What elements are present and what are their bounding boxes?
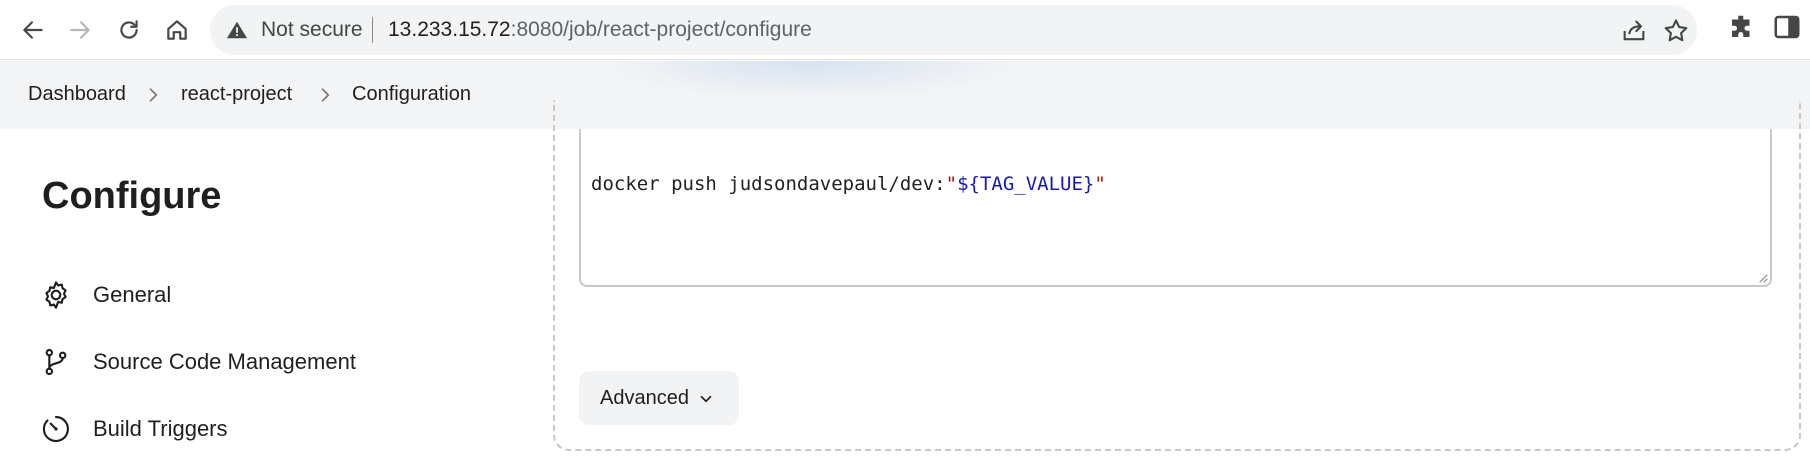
breadcrumb-configuration[interactable]: Configuration — [352, 83, 471, 106]
command-line: docker push judsondavepaul/dev:"${TAG_VA… — [591, 173, 1106, 195]
tag-variable: ${TAG_VALUE} — [957, 173, 1095, 195]
advanced-button[interactable]: Advanced — [579, 371, 739, 425]
resize-handle-icon[interactable] — [1756, 271, 1768, 283]
command-textarea[interactable]: docker push judsondavepaul/dev:"${TAG_VA… — [579, 129, 1772, 287]
chevron-right-icon — [321, 88, 330, 102]
clock-icon — [42, 415, 69, 443]
reload-icon — [120, 20, 138, 39]
side-panel-icon[interactable] — [1772, 12, 1802, 42]
star-icon[interactable] — [1662, 17, 1690, 45]
url-host: 13.233.15.72 — [388, 18, 511, 41]
breadcrumb-dashboard[interactable]: Dashboard — [28, 83, 126, 106]
sidebar-item-general[interactable]: General — [40, 275, 171, 315]
forward-icon — [70, 21, 90, 39]
reload-button[interactable] — [109, 10, 149, 50]
gear-icon — [45, 281, 67, 309]
sidebar-item-build-triggers[interactable]: Build Triggers — [40, 409, 228, 449]
url-path: :8080/job/react-project/configure — [510, 18, 812, 41]
address-bar[interactable]: Not secure 13.233.15.72:8080/job/react-p… — [210, 5, 1697, 55]
chevron-right-icon — [149, 88, 158, 102]
home-icon — [167, 20, 187, 40]
sidebar-item-label: Build Triggers — [93, 416, 228, 441]
forward-button[interactable] — [60, 10, 100, 50]
chevron-down-icon — [700, 395, 712, 403]
command-prefix: docker push judsondavepaul/dev: — [591, 173, 946, 195]
extensions-icon[interactable] — [1727, 12, 1757, 42]
string-quote-close: " — [1094, 173, 1106, 195]
warning-icon[interactable] — [226, 19, 248, 41]
string-quote-open: " — [945, 173, 958, 195]
sidebar-item-source-code-management[interactable]: Source Code Management — [40, 342, 356, 382]
branch-icon — [45, 348, 67, 376]
breadcrumb-project[interactable]: react-project — [181, 83, 292, 106]
breadcrumb-glow — [600, 61, 1020, 101]
advanced-label: Advanced — [600, 387, 689, 409]
browser-toolbar: Not secure 13.233.15.72:8080/job/react-p… — [0, 0, 1810, 60]
sidebar-item-label: Source Code Management — [93, 349, 356, 374]
page-title: Configure — [42, 175, 222, 217]
omnibox-divider — [372, 17, 373, 43]
home-button[interactable] — [157, 10, 197, 50]
share-icon[interactable] — [1620, 17, 1648, 45]
back-icon — [23, 21, 43, 39]
url-text[interactable]: 13.233.15.72:8080/job/react-project/conf… — [388, 18, 812, 42]
back-button[interactable] — [13, 10, 53, 50]
sidebar-item-label: General — [93, 282, 172, 307]
security-label[interactable]: Not secure — [261, 18, 363, 42]
